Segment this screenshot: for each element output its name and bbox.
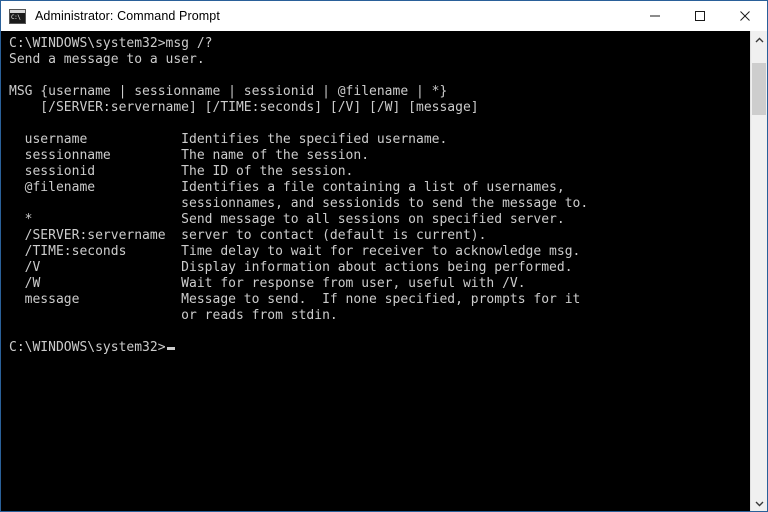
console-line: sessionnames, and sessionids to send the…	[9, 196, 589, 211]
command-prompt-icon: C:\	[9, 8, 26, 24]
close-icon	[739, 10, 751, 22]
console-line: /SERVER:servername server to contact (de…	[9, 228, 487, 243]
console-line: sessionid The ID of the session.	[9, 164, 354, 179]
console-line: * Send message to all sessions on specif…	[9, 212, 565, 227]
close-button[interactable]	[722, 1, 767, 31]
console-line: /TIME:seconds Time delay to wait for rec…	[9, 244, 581, 259]
icon-title-strip	[10, 9, 25, 13]
title-bar[interactable]: C:\ Administrator: Command Prompt	[1, 1, 767, 31]
console-line: or reads from stdin.	[9, 308, 338, 323]
console-output[interactable]: C:\WINDOWS\system32>msg /? Send a message…	[1, 31, 750, 511]
minimize-icon	[649, 10, 661, 22]
console-line: /V Display information about actions bei…	[9, 260, 573, 275]
window-controls	[632, 1, 767, 31]
vertical-scrollbar[interactable]	[750, 31, 767, 511]
console-line: sessionname The name of the session.	[9, 148, 370, 163]
text-cursor	[166, 347, 175, 350]
chevron-down-icon	[755, 494, 764, 512]
minimize-button[interactable]	[632, 1, 677, 31]
console-line: C:\WINDOWS\system32>msg /?	[9, 36, 213, 51]
scroll-up-button[interactable]	[751, 31, 767, 48]
command-prompt-window: C:\ Administrator: Command Prompt C:\WIN…	[0, 0, 768, 512]
console-line: @filename Identifies a file containing a…	[9, 180, 565, 195]
console-line: Send a message to a user.	[9, 52, 205, 67]
maximize-button[interactable]	[677, 1, 722, 31]
scroll-down-button[interactable]	[751, 494, 767, 511]
console-line: message Message to send. If none specifi…	[9, 292, 581, 307]
console-area: C:\WINDOWS\system32>msg /? Send a message…	[1, 31, 767, 511]
console-line: username Identifies the specified userna…	[9, 132, 448, 147]
window-title: Administrator: Command Prompt	[35, 9, 220, 23]
console-line: MSG {username | sessionname | sessionid …	[9, 84, 448, 99]
icon-prompt-text: C:\	[11, 13, 21, 21]
console-line: [/SERVER:servername] [/TIME:seconds] [/V…	[9, 100, 479, 115]
console-line: /W Wait for response from user, useful w…	[9, 276, 526, 291]
scrollbar-track[interactable]	[751, 48, 767, 494]
chevron-up-icon	[755, 31, 764, 49]
scrollbar-thumb[interactable]	[752, 63, 766, 115]
maximize-icon	[694, 10, 706, 22]
console-line: C:\WINDOWS\system32>	[9, 340, 750, 356]
